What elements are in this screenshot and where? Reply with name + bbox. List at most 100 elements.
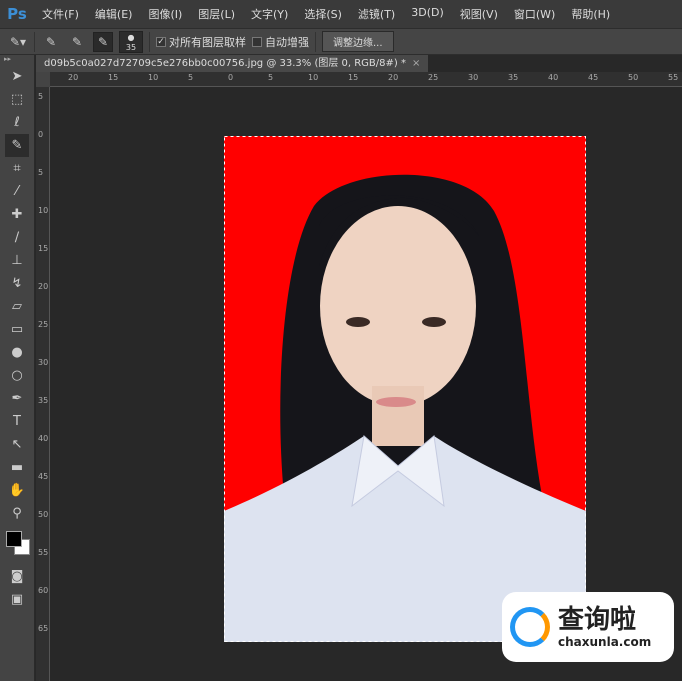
ruler-label: 50 [628,73,639,82]
healing-brush-icon[interactable]: ✚ [0,203,34,226]
ruler-label: 5 [38,168,44,177]
ruler-label: 20 [38,282,49,291]
ruler-label: 65 [38,624,49,633]
crop-tool-icon[interactable]: ⌗ [0,157,34,180]
dodge-tool-icon[interactable]: ○ [0,364,34,387]
ruler-label: 5 [38,92,44,101]
ruler-label: 5 [188,73,194,82]
ruler-label: 30 [38,358,49,367]
left-eye [346,317,370,327]
lasso-tool-icon[interactable]: ℓ [0,111,34,134]
document-tab[interactable]: d09b5c0a027d72709c5e276bb0c00756.jpg @ 3… [36,55,429,72]
new-selection-brush-icon[interactable]: ✎ [41,32,61,52]
foreground-color-swatch[interactable] [6,531,22,547]
ruler-label: 15 [108,73,119,82]
marquee-tool-icon[interactable]: ⬚ [0,88,34,111]
ruler-label: 25 [38,320,49,329]
menu-bar: Ps 文件(F) 编辑(E) 图像(I) 图层(L) 文字(Y) 选择(S) 滤镜(T) 3D… [0,0,682,28]
ruler-label: 60 [38,586,49,595]
blur-tool-icon[interactable]: ● [0,341,34,364]
ruler-label: 40 [548,73,559,82]
zoom-tool-icon[interactable]: ⚲ [0,502,34,525]
checkbox-checked-icon: ✓ [156,36,166,47]
divider [34,31,35,52]
screen-mode-icon[interactable]: ▣ [0,588,34,611]
divider [149,31,150,52]
sample-all-layers-checkbox[interactable]: ✓ 对所有图层取样 [156,34,246,50]
add-selection-brush-icon[interactable]: ✎ [67,32,87,52]
image-canvas[interactable] [224,136,586,642]
brush-size-value: 35 [125,42,137,52]
neck [372,386,424,446]
menu-item[interactable]: 帮助(H) [563,6,618,22]
quick-selection-tool-icon[interactable]: ✎ [5,134,29,157]
ruler-label: 45 [588,73,599,82]
lips [376,397,416,407]
refine-edge-button[interactable]: 调整边缘... [322,31,394,52]
document-tab-title: d09b5c0a027d72709c5e276bb0c00756.jpg @ 3… [44,58,406,69]
eraser-tool-icon[interactable]: ▱ [0,295,34,318]
sample-all-layers-label: 对所有图层取样 [169,35,246,49]
brush-size-picker[interactable]: ● 35 [119,30,143,53]
menu-item[interactable]: 视图(V) [452,6,506,22]
brush-tool-icon[interactable]: ∕ [0,226,34,249]
ruler-label: 35 [38,396,49,405]
subtract-selection-brush-icon[interactable]: ✎ [93,31,113,52]
ruler-label: 45 [38,472,49,481]
divider [315,31,316,52]
menu-item[interactable]: 3D(D) [403,6,452,22]
ruler-label: 55 [38,548,49,557]
tools-panel: ▸▸ ➤ ⬚ ℓ ✎ ⌗ ⁄ ✚ ∕ ⊥ ↯ ▱ ▭ ● ○ ✒ T ↖ ▬ ✋… [0,55,35,681]
watermark-url: chaxunla.com [558,635,652,649]
close-tab-icon[interactable]: × [412,58,420,69]
ruler-label: 35 [508,73,519,82]
quick-selection-preset-icon[interactable]: ✎▾ [8,32,28,52]
menu-item[interactable]: 文件(F) [34,6,87,22]
history-brush-icon[interactable]: ↯ [0,272,34,295]
options-bar: ✎▾ ✎ ✎ ✎ ● 35 ✓ 对所有图层取样 自动增强 调整边缘... [0,28,682,55]
menu-item[interactable]: 图像(I) [140,6,190,22]
ruler-label: 15 [348,73,359,82]
vertical-ruler[interactable]: 5 0 5 10 15 20 25 30 35 40 45 50 55 60 65 [36,87,50,681]
menu-item[interactable]: 文字(Y) [243,6,296,22]
menu-item[interactable]: 图层(L) [190,6,243,22]
watermark-logo-icon [510,607,550,647]
watermark: 查询啦 chaxunla.com [502,592,674,662]
type-tool-icon[interactable]: T [0,410,34,433]
menu-item[interactable]: 窗口(W) [506,6,563,22]
pen-tool-icon[interactable]: ✒ [0,387,34,410]
ruler-label: 55 [668,73,679,82]
ruler-label: 30 [468,73,479,82]
ruler-label: 50 [38,510,49,519]
photoshop-logo: Ps [7,5,27,23]
ruler-origin[interactable] [36,72,50,87]
menu-item[interactable]: 选择(S) [296,6,350,22]
gradient-tool-icon[interactable]: ▭ [0,318,34,341]
ruler-label: 10 [308,73,319,82]
auto-enhance-checkbox[interactable]: 自动增强 [252,34,309,50]
ruler-label: 0 [228,73,234,82]
ruler-label: 15 [38,244,49,253]
menu-item[interactable]: 滤镜(T) [350,6,403,22]
ruler-label: 0 [38,130,44,139]
face [320,206,476,406]
right-eye [422,317,446,327]
move-tool-icon[interactable]: ➤ [0,65,34,88]
ruler-label: 25 [428,73,439,82]
menu-item[interactable]: 编辑(E) [87,6,141,22]
rectangle-tool-icon[interactable]: ▬ [0,456,34,479]
horizontal-ruler[interactable]: 20 15 10 5 0 5 10 15 20 25 30 35 40 45 50 55 [50,72,682,87]
auto-enhance-label: 自动增强 [265,35,309,49]
checkbox-unchecked-icon [252,36,262,47]
clone-stamp-icon[interactable]: ⊥ [0,249,34,272]
quick-mask-icon[interactable]: ◙ [0,565,34,588]
color-swatches [0,525,34,565]
watermark-title: 查询啦 [558,605,637,635]
document-tab-bar: d09b5c0a027d72709c5e276bb0c00756.jpg @ 3… [36,55,682,72]
path-selection-icon[interactable]: ↖ [0,433,34,456]
ruler-label: 10 [38,206,49,215]
hand-tool-icon[interactable]: ✋ [0,479,34,502]
ruler-label: 5 [268,73,274,82]
eyedropper-tool-icon[interactable]: ⁄ [0,180,34,203]
collapse-panel-icon[interactable]: ▸▸ [0,55,34,65]
